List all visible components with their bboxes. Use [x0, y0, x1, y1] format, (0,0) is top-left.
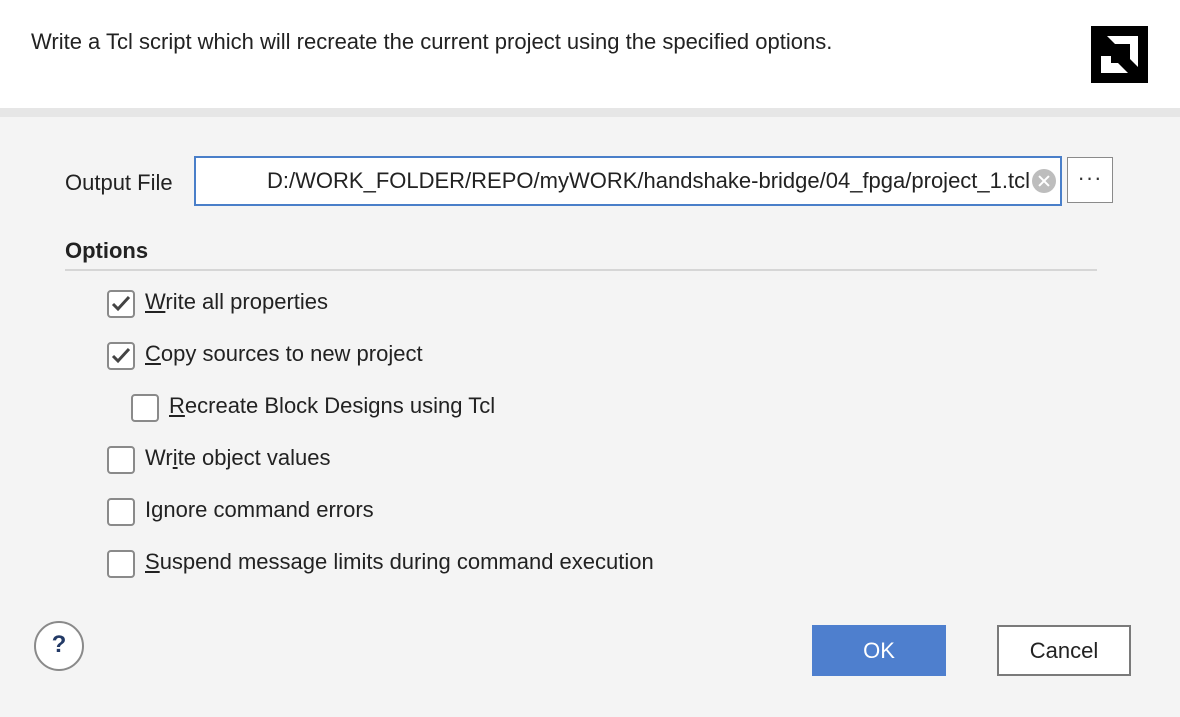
write-object-values-label: Write object values — [145, 445, 331, 470]
browse-button[interactable]: ··· — [1067, 157, 1113, 203]
checkbox-unchecked-icon[interactable] — [107, 498, 135, 526]
cancel-button[interactable]: Cancel — [997, 625, 1131, 676]
amd-logo-icon — [1091, 26, 1148, 83]
checkbox-checked-icon[interactable] — [107, 290, 135, 318]
checkbox-checked-icon[interactable] — [107, 342, 135, 370]
output-file-input[interactable]: D:/WORK_FOLDER/REPO/myWORK/handshake-bri… — [267, 158, 1030, 204]
dialog-description: Write a Tcl script which will recreate t… — [31, 29, 833, 54]
checkbox-unchecked-icon[interactable] — [107, 550, 135, 578]
output-file-field[interactable]: D:/WORK_FOLDER/REPO/myWORK/handshake-bri… — [194, 156, 1062, 206]
header-separator — [0, 108, 1180, 117]
options-section-title: Options — [65, 238, 149, 263]
copy-sources-label: Copy sources to new project — [145, 341, 423, 366]
write-all-properties-label: Write all properties — [145, 289, 329, 314]
help-button[interactable]: ? — [34, 621, 84, 671]
suspend-message-limits-label: Suspend message limits during command ex… — [145, 549, 654, 574]
options-divider — [65, 269, 1097, 271]
output-file-label: Output File — [65, 170, 173, 195]
ignore-command-errors-label: Ignore command errors — [145, 497, 374, 522]
clear-circle-icon[interactable] — [1032, 169, 1056, 193]
checkbox-unchecked-icon[interactable] — [131, 394, 159, 422]
recreate-block-designs-label: Recreate Block Designs using Tcl — [169, 393, 496, 418]
checkbox-unchecked-icon[interactable] — [107, 446, 135, 474]
ok-button[interactable]: OK — [812, 625, 946, 676]
dialog-header: Write a Tcl script which will recreate t… — [0, 0, 1180, 108]
